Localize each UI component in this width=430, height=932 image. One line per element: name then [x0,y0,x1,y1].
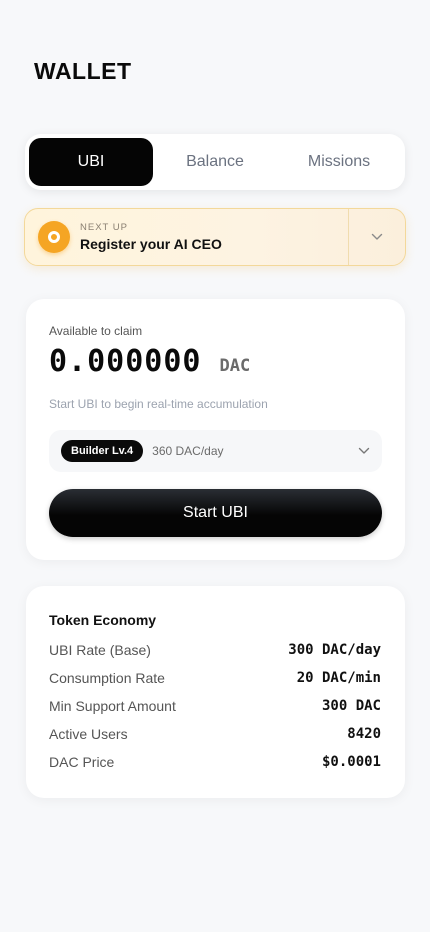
target-icon [38,221,70,253]
claim-hint: Start UBI to begin real-time accumulatio… [49,397,268,411]
next-up-text: NEXT UP Register your AI CEO [80,222,348,252]
economy-row-value: 20 DAC/min [296,670,381,686]
economy-row-value: $0.0001 [321,754,381,770]
tier-rate: 360 DAC/day [152,444,224,458]
claim-unit: DAC [219,356,251,376]
tab-missions[interactable]: Missions [277,138,401,186]
next-up-banner[interactable]: NEXT UP Register your AI CEO [24,208,406,266]
claim-label: Available to claim [49,324,143,338]
tab-balance[interactable]: Balance [153,138,277,186]
economy-row-key: Consumption Rate [49,670,165,686]
economy-row-key: DAC Price [49,754,115,770]
next-up-title: Register your AI CEO [80,236,222,252]
economy-row: Min Support Amount 300 DAC [49,692,381,720]
claim-amount: 0.000000 [49,344,202,379]
next-up-label: NEXT UP [80,222,129,233]
claim-amount-row: 0.000000 DAC [49,344,382,379]
tier-badge: Builder Lv.4 [61,440,144,462]
token-economy-title: Token Economy [49,612,157,628]
economy-row: Active Users 8420 [49,720,381,748]
next-up-expand-button[interactable] [348,209,405,265]
economy-row-value: 300 DAC/day [288,642,381,658]
tab-ubi[interactable]: UBI [29,138,153,186]
chevron-down-icon [371,233,383,240]
claim-card: Available to claim 0.000000 DAC Start UB… [26,299,405,560]
page-title: WALLET [34,58,132,84]
token-economy-card: Token Economy UBI Rate (Base) 300 DAC/da… [26,586,405,798]
economy-row: DAC Price $0.0001 [49,748,381,776]
tier-select[interactable]: Builder Lv.4 360 DAC/day [49,430,382,472]
chevron-down-icon [358,447,370,455]
economy-row-value: 300 DAC [321,698,381,714]
economy-row-key: Active Users [49,726,128,742]
start-ubi-button[interactable]: Start UBI [49,489,382,537]
economy-row: Consumption Rate 20 DAC/min [49,664,381,692]
economy-row: UBI Rate (Base) 300 DAC/day [49,636,381,664]
economy-row-value: 8420 [347,726,381,742]
economy-row-key: Min Support Amount [49,698,176,714]
economy-row-key: UBI Rate (Base) [49,642,151,658]
wallet-tabs: UBI Balance Missions [25,134,405,190]
